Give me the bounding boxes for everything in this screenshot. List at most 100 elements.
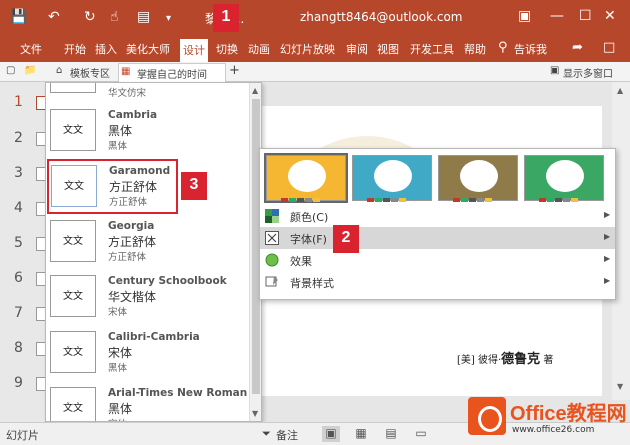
new-doc-icon[interactable]: ▢ [6, 65, 15, 76]
template-zone-tab[interactable]: 模板专区 [70, 65, 110, 80]
colors-icon [265, 209, 279, 223]
present-icon[interactable]: ▤ [137, 9, 150, 25]
slide-thumbnail[interactable] [36, 132, 45, 146]
tab-transitions[interactable]: 切换 [216, 41, 238, 57]
menu-item-background-styles[interactable]: 背景样式 ▶ [260, 271, 615, 293]
slide-thumbnail[interactable] [36, 307, 45, 321]
menu-item-label: 字体(F) [290, 233, 327, 246]
minimize-icon[interactable]: — [550, 8, 564, 24]
font-option[interactable]: 文文 Calibri-Cambria 宋体 黑体 [46, 325, 249, 380]
watermark-url: www.office26.com [512, 425, 595, 435]
ribbon-tabs: 文件 开始 插入 美化大师 设计 切换 动画 幻灯片放映 审阅 视图 开发工具 … [0, 36, 630, 62]
step-badge-2: 2 [333, 225, 359, 253]
slide-number[interactable]: 8 [14, 340, 23, 356]
slide-number[interactable]: 3 [14, 165, 23, 181]
ppt-icon: ▦ [121, 66, 131, 77]
variant-circle [374, 160, 412, 192]
multi-window-toggle[interactable]: 显示多窗口 [563, 65, 613, 80]
tab-help[interactable]: 帮助 [464, 41, 486, 57]
close-icon[interactable]: ✕ [604, 8, 616, 24]
comment-icon[interactable]: □ [603, 40, 615, 55]
home-icon[interactable]: ⌂ [56, 65, 62, 76]
menu-item-effects[interactable]: 效果 ▶ [260, 249, 615, 271]
slide-number[interactable]: 2 [14, 130, 23, 146]
notes-button[interactable]: 备注 [276, 427, 298, 443]
redo-icon[interactable]: ↻ [84, 9, 96, 25]
multi-window-icon[interactable]: ▣ [550, 65, 559, 76]
font-option[interactable]: 文文 Arial-Times New Roman 黑体 宋体 [46, 381, 249, 421]
font-option-heading: 宋体 [108, 346, 133, 360]
font-preview-thumb: 文文 [50, 331, 96, 373]
font-option[interactable]: 文文 Georgia 方正舒体 方正舒体 [46, 214, 249, 269]
variant-swatch[interactable] [352, 155, 432, 202]
font-option-garamond[interactable]: 文文 Garamond 方正舒体 方正舒体 [47, 159, 178, 214]
notes-icon[interactable]: ⏷ [262, 427, 271, 441]
add-tab-button[interactable]: + [229, 63, 240, 78]
slide-thumbnail[interactable] [36, 237, 45, 251]
tab-slideshow[interactable]: 幻灯片放映 [280, 41, 335, 57]
font-list-dropdown: 文文 华文仿宋 文文 Cambria 黑体 黑体 文文 Garamond 方正舒… [45, 82, 262, 422]
share-icon[interactable]: ➦ [572, 40, 583, 55]
font-option[interactable]: 文文 华文仿宋 [46, 83, 249, 100]
reading-view-icon[interactable]: ▤ [382, 426, 400, 442]
scroll-down-icon[interactable]: ▼ [252, 409, 258, 418]
tab-beautify[interactable]: 美化大师 [126, 41, 170, 57]
variant-swatch[interactable] [438, 155, 518, 202]
tab-developer[interactable]: 开发工具 [410, 41, 454, 57]
chevron-right-icon: ▶ [604, 254, 611, 263]
scroll-up-icon[interactable]: ▲ [252, 86, 258, 95]
slide-thumbnail[interactable] [36, 342, 45, 356]
tab-animations[interactable]: 动画 [248, 41, 270, 57]
slide-number[interactable]: 7 [14, 305, 23, 321]
font-option-name: Georgia [108, 220, 155, 232]
menu-item-colors[interactable]: 颜色(C) ▶ [260, 205, 615, 227]
tab-home[interactable]: 开始 [64, 41, 86, 57]
font-option[interactable]: 文文 Century Schoolbook 华文楷体 宋体 [46, 269, 249, 324]
tab-file[interactable]: 文件 [20, 41, 42, 57]
author-name: 德鲁克 [501, 352, 541, 367]
slide-thumbnail[interactable] [36, 202, 45, 216]
slide-thumbnail[interactable] [36, 377, 45, 391]
slide-thumbnail[interactable] [36, 272, 45, 286]
slide-number[interactable]: 1 [14, 94, 23, 110]
variant-circle [460, 160, 498, 192]
font-option-body: 华文仿宋 [108, 88, 147, 99]
font-option-heading: 华文楷体 [108, 290, 157, 304]
maximize-icon[interactable]: ☐ [579, 8, 592, 24]
slideshow-view-icon[interactable]: ▭ [412, 426, 430, 442]
title-bar: 💾 ↶ ↻ ☝ ▤ ▾ 黎 白... zhangtt8464@outlook.c… [0, 0, 630, 36]
slide-indicator: 幻灯片 [6, 429, 39, 442]
tab-insert[interactable]: 插入 [95, 41, 117, 57]
touch-icon[interactable]: ☝ [110, 9, 119, 25]
save-icon[interactable]: 💾 [10, 9, 27, 25]
variant-swatch[interactable] [264, 153, 348, 203]
slide-number[interactable]: 4 [14, 200, 23, 216]
ribbon-display-icon[interactable]: ▣ [518, 8, 531, 24]
tab-design[interactable]: 设计 [180, 39, 208, 62]
account-email[interactable]: zhangtt8464@outlook.com [300, 10, 463, 24]
document-tab[interactable]: ▦ 掌握自己的时间 [118, 63, 226, 82]
font-preview-thumb: 文文 [50, 387, 96, 421]
menu-item-label: 颜色(C) [290, 211, 329, 224]
undo-icon[interactable]: ↶ [48, 9, 60, 25]
slide-author-text[interactable]: [美] 彼得·德鲁克 著 [457, 348, 553, 367]
tab-view[interactable]: 视图 [377, 41, 399, 57]
slide-number[interactable]: 6 [14, 270, 23, 286]
slide-number[interactable]: 5 [14, 235, 23, 251]
tell-me-search[interactable]: 告诉我 [514, 41, 547, 57]
menu-item-fonts[interactable]: 字体(F) ▶ [260, 227, 615, 249]
slide-thumbnail[interactable] [36, 167, 45, 181]
customize-icon[interactable]: ▾ [166, 11, 171, 27]
normal-view-icon[interactable]: ▣ [322, 426, 340, 442]
slide-sorter-icon[interactable]: ▦ [352, 426, 370, 442]
tab-review[interactable]: 审阅 [346, 41, 368, 57]
slide-number[interactable]: 9 [14, 375, 23, 391]
scroll-down-icon[interactable]: ▼ [617, 382, 623, 391]
font-option-body: 方正舒体 [108, 252, 147, 263]
font-option[interactable]: 文文 Cambria 黑体 黑体 [46, 103, 249, 158]
scroll-up-icon[interactable]: ▲ [617, 86, 623, 95]
slide-thumbnail[interactable] [36, 96, 45, 110]
folder-icon[interactable]: 📁 [24, 65, 36, 76]
lightbulb-icon[interactable]: ⚲ [498, 40, 508, 55]
variant-swatch[interactable] [524, 155, 604, 202]
